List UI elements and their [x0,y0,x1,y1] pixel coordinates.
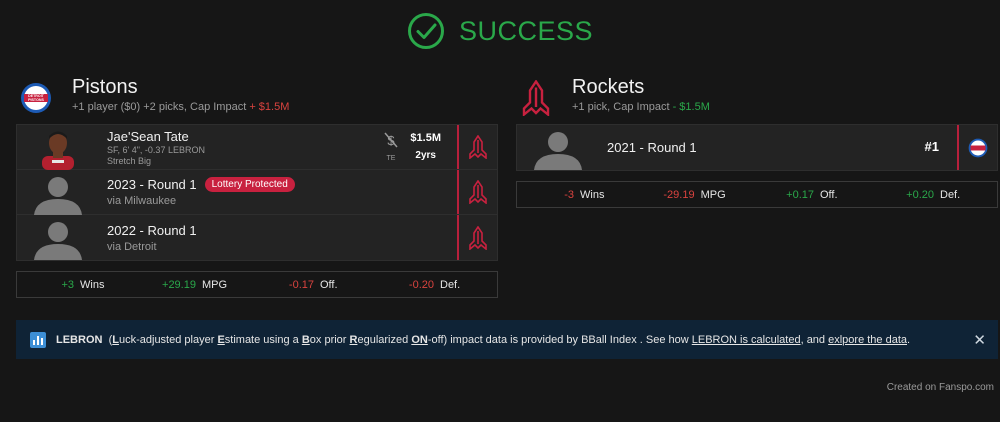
assets-list: 2021 - Round 1 #1 [516,124,998,171]
contract-years: 2yrs [415,150,436,161]
team-name: Pistons [72,76,138,98]
rockets-logo-icon [457,125,497,169]
player-silhouette-icon [29,170,87,215]
team-header: Rockets +1 pick, Cap Impact - $1.5M [516,74,998,124]
stat-off: +0.17 Off. [786,188,838,201]
team-summary: +1 player ($0) +2 picks, Cap Impact + $1… [72,101,290,113]
rockets-logo-icon [457,170,497,214]
pick-name: 2022 - Round 1 [107,222,197,238]
lebron-info-bar: LEBRON (Luck-adjusted player Estimate us… [16,320,998,359]
team-panel-rockets: Rockets +1 pick, Cap Impact - $1.5M 2021… [516,74,998,208]
success-banner: SUCCESS [0,12,1000,50]
player-silhouette-icon [29,215,87,260]
stat-def: -0.20 Def. [408,278,461,291]
list-item[interactable]: Jae'Sean Tate SF, 6' 4", -0.37 LEBRON St… [17,125,497,170]
player-silhouette-icon [529,125,587,170]
team-header: DETROIT PISTONS Pistons +1 player ($0) +… [16,74,498,124]
list-item[interactable]: 2021 - Round 1 #1 [517,125,997,170]
pick-name: 2023 - Round 1 [107,177,197,192]
team-name: Rockets [572,76,645,98]
no-dollar-icon: $ [384,132,398,148]
chart-icon [30,331,46,348]
close-icon[interactable]: ✕ [973,331,986,349]
pick-via: via Detroit [107,240,157,253]
cap-impact: + $1.5M [249,101,290,113]
stat-wins: +3 Wins [61,278,105,291]
team-summary: +1 pick, Cap Impact - $1.5M [572,101,710,113]
stat-wins: -3 Wins [564,188,605,201]
rockets-logo-icon [516,78,556,118]
lebron-calc-link[interactable]: LEBRON is calculated [692,334,801,346]
impact-stats: -3 Wins -29.19 MPG +0.17 Off. +0.20 Def. [516,181,998,208]
protection-badge: Lottery Protected [204,177,295,192]
list-item[interactable]: 2023 - Round 1 Lottery Protected via Milw… [17,170,497,215]
pistons-logo-icon: DETROIT PISTONS [16,78,56,118]
stat-off: -0.17 Off. [288,278,338,291]
list-item[interactable]: 2022 - Round 1 via Detroit [17,215,497,260]
trade-exception: $ TE [383,132,399,162]
stat-mpg: +29.19 MPG [162,278,228,291]
svg-text:PISTONS: PISTONS [28,98,44,102]
pistons-logo-icon [957,125,997,170]
explore-data-link[interactable]: exlpore the data [828,334,907,346]
team-panel-pistons: DETROIT PISTONS Pistons +1 player ($0) +… [16,74,498,298]
impact-stats: +3 Wins +29.19 MPG -0.17 Off. -0.20 Def. [16,271,498,298]
success-text: SUCCESS [458,15,594,46]
pick-via: via Milwaukee [107,195,177,207]
assets-list: Jae'Sean Tate SF, 6' 4", -0.37 LEBRON St… [16,124,498,261]
player-photo [29,125,87,170]
salary-amount: $1.5M [410,132,441,144]
salary: $1.5M 2yrs [410,132,441,161]
stat-def: +0.20 Def. [906,188,961,201]
cap-impact: - $1.5M [672,101,710,113]
pick-number: #1 [924,139,939,154]
check-circle-icon [407,13,444,49]
info-text: LEBRON (Luck-adjusted player Estimate us… [56,333,911,346]
te-label: TE [386,155,396,162]
rockets-logo-icon [457,215,497,260]
footer-credit: Created on Fanspo.com [886,382,994,393]
stat-mpg: -29.19 MPG [663,188,726,201]
